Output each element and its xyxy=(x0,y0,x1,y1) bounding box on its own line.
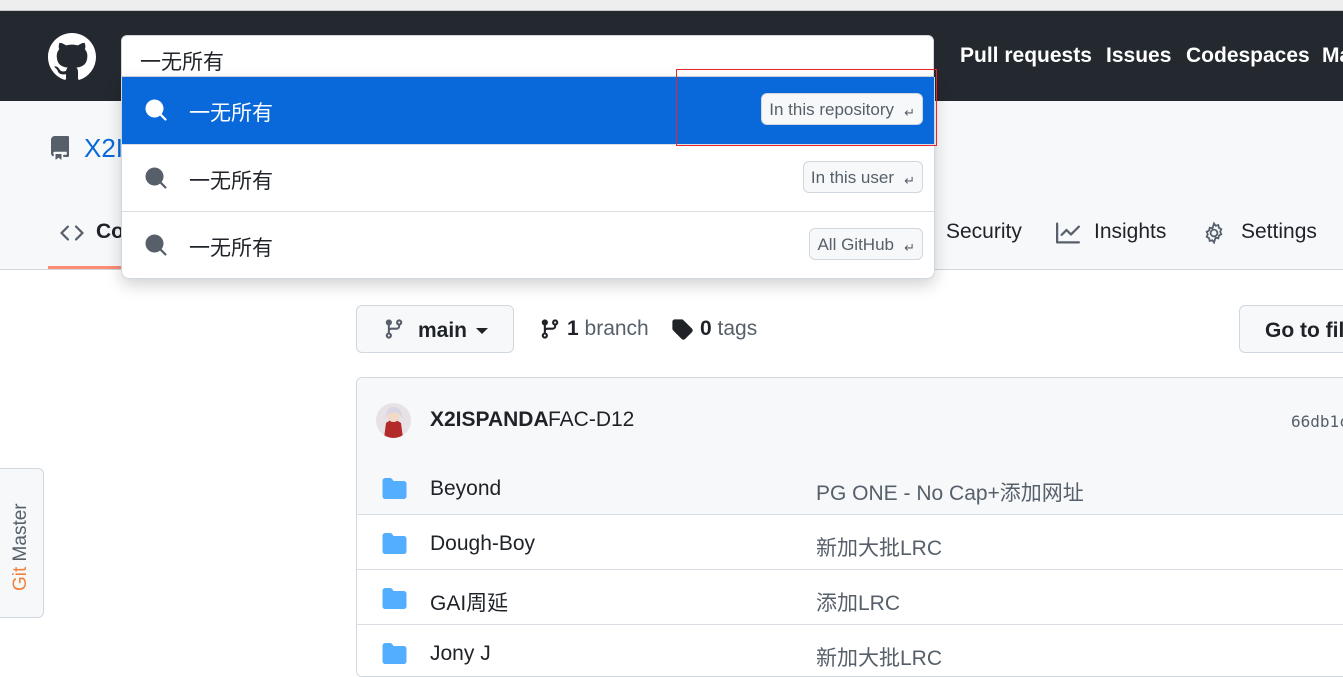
branch-name: main xyxy=(418,319,468,342)
search-icon xyxy=(145,99,167,121)
folder-icon xyxy=(382,588,407,609)
go-to-file-button[interactable]: Go to file xyxy=(1239,305,1343,353)
suggestion-all-github[interactable]: 一无所有 All GitHub ↵ xyxy=(122,211,934,278)
suggestion-text: 一无所有 xyxy=(189,237,273,260)
nav-marketplace[interactable]: Ma xyxy=(1322,44,1343,68)
table-row[interactable]: GAI周延 添加LRC xyxy=(357,570,1343,625)
git-branch-icon xyxy=(385,319,403,339)
tag-word: tags xyxy=(717,317,758,340)
folder-icon xyxy=(382,533,407,554)
go-to-file-label: Go to file xyxy=(1265,319,1343,342)
table-row[interactable]: Beyond PG ONE - No Cap+添加网址 xyxy=(357,460,1343,515)
commit-hash[interactable]: 66db1c xyxy=(1291,412,1343,431)
git-branch-icon xyxy=(541,319,559,339)
branch-select-button[interactable]: main xyxy=(356,305,514,353)
tab-security[interactable]: Security xyxy=(946,220,1022,244)
tab-settings[interactable]: Settings xyxy=(1241,220,1317,244)
tab-code[interactable]: Co xyxy=(96,220,124,244)
file-name[interactable]: Beyond xyxy=(430,477,501,501)
tag-icon xyxy=(672,319,693,340)
git-master-extension-tab[interactable]: Git Master xyxy=(0,468,44,618)
search-icon xyxy=(145,234,167,256)
suggestion-in-user[interactable]: 一无所有 In this user ↵ xyxy=(122,144,934,211)
commit-message[interactable]: FAC-D12 xyxy=(548,408,634,432)
table-row[interactable]: Jony J 新加大批LRC xyxy=(357,625,1343,676)
graph-icon xyxy=(1056,222,1080,244)
github-logo-icon[interactable] xyxy=(48,33,96,81)
scope-badge: In this user ↵ xyxy=(802,161,923,193)
search-icon xyxy=(145,167,167,189)
branch-count: 1 xyxy=(567,317,579,340)
enter-icon: ↵ xyxy=(904,173,915,188)
git-master-label: Git Master xyxy=(10,503,31,591)
suggestion-text: 一无所有 xyxy=(189,102,273,125)
nav-pull-requests[interactable]: Pull requests xyxy=(960,44,1092,68)
branch-word: branch xyxy=(584,317,649,340)
code-icon xyxy=(60,225,84,241)
file-name[interactable]: Dough-Boy xyxy=(430,532,535,556)
file-list: X2ISPANDA FAC-D12 66db1c Beyond PG ONE -… xyxy=(356,377,1343,677)
nav-codespaces[interactable]: Codespaces xyxy=(1186,44,1310,68)
repo-owner-link[interactable]: X2I xyxy=(84,133,123,164)
tag-count: 0 xyxy=(700,317,712,340)
latest-commit-row: X2ISPANDA FAC-D12 66db1c xyxy=(357,378,1343,461)
highlight-box xyxy=(676,69,937,146)
folder-icon xyxy=(382,478,407,499)
file-commit-message[interactable]: 添加LRC xyxy=(816,587,900,617)
tags-link[interactable]: 0 tags xyxy=(700,317,757,341)
caret-down-icon xyxy=(476,328,488,334)
file-commit-message[interactable]: PG ONE - No Cap+添加网址 xyxy=(816,477,1084,507)
enter-icon: ↵ xyxy=(904,240,915,255)
repo-icon xyxy=(50,136,69,160)
file-commit-message[interactable]: 新加大批LRC xyxy=(816,532,942,562)
branches-link[interactable]: 1 branch xyxy=(567,317,649,341)
commit-author[interactable]: X2ISPANDA xyxy=(430,408,549,432)
file-commit-message[interactable]: 新加大批LRC xyxy=(816,642,942,672)
file-name[interactable]: GAI周延 xyxy=(430,587,508,617)
file-name[interactable]: Jony J xyxy=(430,642,491,666)
table-row[interactable]: Dough-Boy 新加大批LRC xyxy=(357,515,1343,570)
avatar[interactable] xyxy=(376,403,411,438)
search-query: 一无所有 xyxy=(140,51,224,74)
suggestion-text: 一无所有 xyxy=(189,170,273,193)
nav-issues[interactable]: Issues xyxy=(1106,44,1171,68)
gear-icon xyxy=(1205,221,1223,245)
tab-insights[interactable]: Insights xyxy=(1094,220,1166,244)
tab-code-underline xyxy=(48,266,128,269)
browser-top-strip xyxy=(0,0,1343,11)
folder-icon xyxy=(382,643,407,664)
scope-badge: All GitHub ↵ xyxy=(809,228,923,260)
